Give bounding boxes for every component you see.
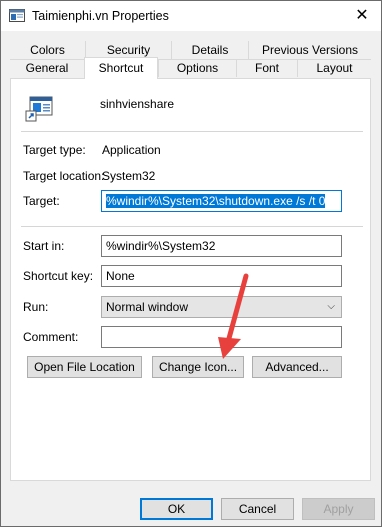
run-dropdown-value: Normal window [106,300,189,314]
start-in-label: Start in: [23,239,65,253]
close-button[interactable]: ✕ [351,5,373,27]
shortcut-properties-icon [9,9,25,22]
ok-button[interactable]: OK [140,498,213,520]
window-title: Taimienphi.vn Properties [32,9,169,23]
target-type-label: Target type: [23,143,86,157]
tab-layout[interactable]: Layout [297,59,371,77]
target-location-value: System32 [102,169,156,183]
shortcut-key-input[interactable]: None [101,265,342,287]
header-divider [21,131,363,132]
tab-font[interactable]: Font [236,59,297,77]
title-bar[interactable]: Taimienphi.vn Properties ✕ [1,1,381,31]
tab-details[interactable]: Details [171,41,248,59]
tab-options[interactable]: Options [158,59,236,77]
tab-shortcut[interactable]: Shortcut [84,57,158,79]
target-divider [21,226,363,227]
target-selected-text: %windir%\System32\shutdown.exe /s /t 0 [106,194,326,208]
tab-general[interactable]: General [11,59,83,77]
comment-input[interactable] [101,326,342,348]
chevron-down-icon: ⌵ [327,301,335,312]
shortcut-key-label: Shortcut key: [23,269,94,283]
shortcut-name: sinhvienshare [100,97,175,111]
advanced-button[interactable]: Advanced... [252,356,342,378]
properties-dialog: Taimienphi.vn Properties ✕ Colors Securi… [0,0,382,527]
cancel-button[interactable]: Cancel [221,498,294,520]
target-label: Target: [23,194,60,208]
apply-button[interactable]: Apply [302,498,375,520]
run-dropdown[interactable]: Normal window ⌵ [101,296,342,318]
application-shortcut-icon [25,96,53,122]
run-label: Run: [23,300,49,314]
target-type-value: Application [102,143,161,157]
tab-previous-versions[interactable]: Previous Versions [248,41,371,59]
start-in-input[interactable]: %windir%\System32 [101,235,342,257]
target-input[interactable]: %windir%\System32\shutdown.exe /s /t 0 [101,190,342,212]
target-location-label: Target location: [23,169,105,183]
change-icon-button[interactable]: Change Icon... [152,356,244,378]
tab-colors[interactable]: Colors [11,41,84,59]
open-file-location-button[interactable]: Open File Location [27,356,142,378]
comment-label: Comment: [23,330,79,344]
